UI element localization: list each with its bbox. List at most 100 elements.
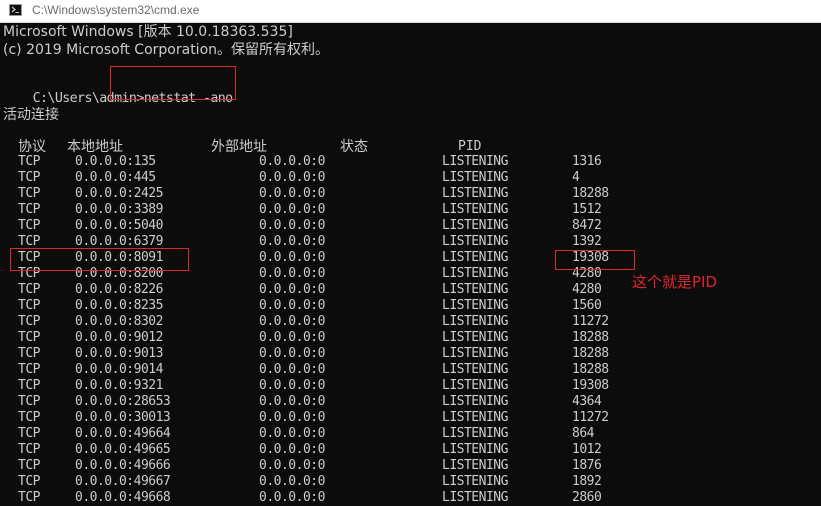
cell-foreign-address: 0.0.0.0:0 [259,474,325,489]
header-proto: 协议 [18,139,46,155]
cell-local-address: 0.0.0.0:9014 [75,362,163,377]
cell-local-address: 0.0.0.0:9013 [75,346,163,361]
cell-pid: 1392 [572,234,602,249]
cell-foreign-address: 0.0.0.0:0 [259,170,325,185]
cell-state: LISTENING [442,186,508,201]
cell-pid: 1012 [572,442,602,457]
cell-proto: TCP [18,186,40,201]
cell-foreign-address: 0.0.0.0:0 [259,202,325,217]
cell-state: LISTENING [442,250,508,265]
cell-proto: TCP [18,426,40,441]
table-row: TCP 0.0.0.0:445 0.0.0.0:0 LISTENING 4 [0,170,821,186]
cell-state: LISTENING [442,282,508,297]
header-state: 状态 [340,139,368,155]
cell-local-address: 0.0.0.0:28653 [75,394,171,409]
cell-state: LISTENING [442,314,508,329]
cell-state: LISTENING [442,458,508,473]
cell-local-address: 0.0.0.0:8235 [75,298,163,313]
banner-line-2: (c) 2019 Microsoft Corporation。保留所有权利。 [3,42,330,58]
cell-foreign-address: 0.0.0.0:0 [259,426,325,441]
banner-line-1: Microsoft Windows [版本 10.0.18363.535] [3,24,293,40]
cell-local-address: 0.0.0.0:49667 [75,474,171,489]
cell-state: LISTENING [442,234,508,249]
cell-foreign-address: 0.0.0.0:0 [259,346,325,361]
cell-pid: 1316 [572,154,602,169]
table-row: TCP 0.0.0.0:30013 0.0.0.0:0 LISTENING 11272 [0,410,821,426]
cell-pid: 18288 [572,330,609,345]
cell-proto: TCP [18,378,40,393]
cell-proto: TCP [18,218,40,233]
cell-proto: TCP [18,330,40,345]
cell-state: LISTENING [442,202,508,217]
cell-state: LISTENING [442,362,508,377]
cell-pid: 11272 [572,314,609,329]
port-8091-highlight-box [10,248,189,271]
cell-state: LISTENING [442,218,508,233]
cell-local-address: 0.0.0.0:8302 [75,314,163,329]
cell-pid: 1876 [572,458,602,473]
cell-state: LISTENING [442,378,508,393]
cell-state: LISTENING [442,170,508,185]
table-row: TCP 0.0.0.0:9014 0.0.0.0:0 LISTENING 18288 [0,362,821,378]
cell-proto: TCP [18,442,40,457]
cell-local-address: 0.0.0.0:9012 [75,330,163,345]
window-title: C:\Windows\system32\cmd.exe [32,3,200,17]
cell-foreign-address: 0.0.0.0:0 [259,298,325,313]
table-row: TCP 0.0.0.0:49665 0.0.0.0:0 LISTENING 1012 [0,442,821,458]
cell-local-address: 0.0.0.0:49666 [75,458,171,473]
pid-highlight-box [555,250,635,270]
cell-state: LISTENING [442,298,508,313]
cell-state: LISTENING [442,410,508,425]
table-row: TCP 0.0.0.0:49667 0.0.0.0:0 LISTENING 1892 [0,474,821,490]
cell-pid: 4280 [572,282,602,297]
header-local-address: 本地地址 [67,139,123,155]
cell-pid: 8472 [572,218,602,233]
cell-local-address: 0.0.0.0:8226 [75,282,163,297]
cell-local-address: 0.0.0.0:135 [75,154,156,169]
cell-foreign-address: 0.0.0.0:0 [259,442,325,457]
cell-local-address: 0.0.0.0:30013 [75,410,171,425]
cell-foreign-address: 0.0.0.0:0 [259,266,325,281]
cell-state: LISTENING [442,154,508,169]
pid-annotation: 这个就是PID [632,273,718,291]
cell-foreign-address: 0.0.0.0:0 [259,186,325,201]
cell-proto: TCP [18,346,40,361]
command-highlight-box [110,66,236,100]
cell-proto: TCP [18,410,40,425]
cell-state: LISTENING [442,330,508,345]
section-title: 活动连接 [3,107,59,123]
cell-local-address: 0.0.0.0:9321 [75,378,163,393]
cell-proto: TCP [18,394,40,409]
cell-foreign-address: 0.0.0.0:0 [259,250,325,265]
cell-proto: TCP [18,362,40,377]
table-row: TCP 0.0.0.0:28653 0.0.0.0:0 LISTENING 4364 [0,394,821,410]
table-row: TCP 0.0.0.0:49666 0.0.0.0:0 LISTENING 1876 [0,458,821,474]
table-row: TCP 0.0.0.0:5040 0.0.0.0:0 LISTENING 8472 [0,218,821,234]
cell-pid: 4364 [572,394,602,409]
cell-proto: TCP [18,458,40,473]
cell-state: LISTENING [442,426,508,441]
cell-foreign-address: 0.0.0.0:0 [259,218,325,233]
cell-pid: 1512 [572,202,602,217]
cell-state: LISTENING [442,266,508,281]
cell-state: LISTENING [442,442,508,457]
cell-proto: TCP [18,298,40,313]
cell-foreign-address: 0.0.0.0:0 [259,282,325,297]
cell-pid: 1560 [572,298,602,313]
cell-pid: 18288 [572,346,609,361]
console-icon [9,4,22,16]
cell-foreign-address: 0.0.0.0:0 [259,362,325,377]
header-foreign-address: 外部地址 [211,139,267,155]
cell-state: LISTENING [442,474,508,489]
cell-pid: 18288 [572,186,609,201]
cell-local-address: 0.0.0.0:49664 [75,426,171,441]
cell-pid: 18288 [572,362,609,377]
cell-pid: 1892 [572,474,602,489]
cell-proto: TCP [18,282,40,297]
window-titlebar[interactable]: C:\Windows\system32\cmd.exe [0,0,821,23]
cell-foreign-address: 0.0.0.0:0 [259,394,325,409]
cell-foreign-address: 0.0.0.0:0 [259,330,325,345]
cell-proto: TCP [18,314,40,329]
cell-foreign-address: 0.0.0.0:0 [259,378,325,393]
header-pid: PID [458,139,482,154]
